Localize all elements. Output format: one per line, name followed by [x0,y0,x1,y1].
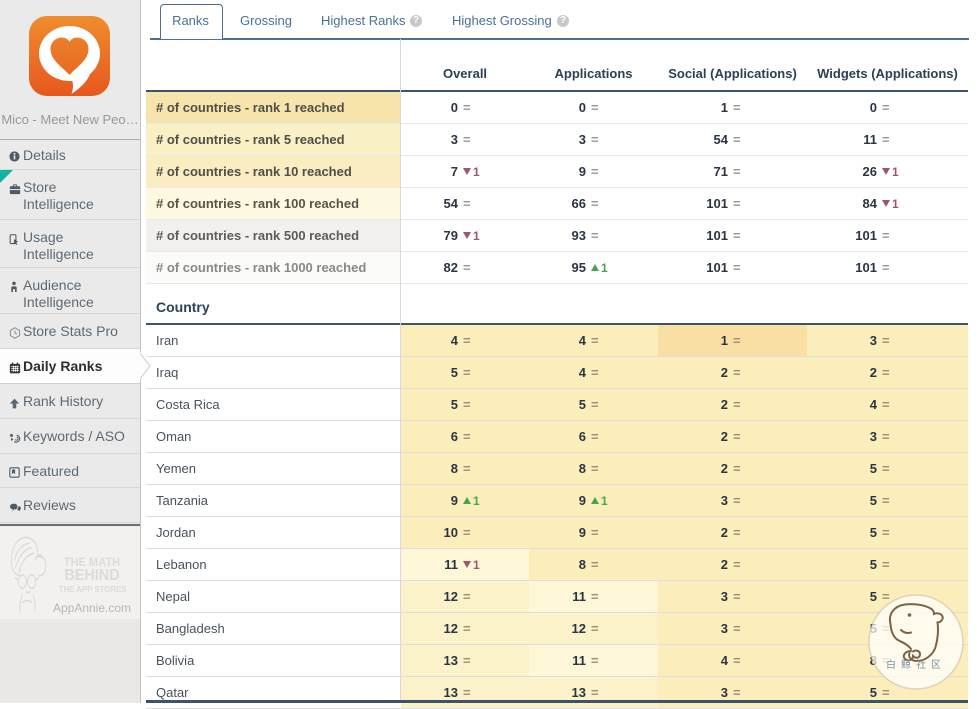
svg-text:白鲸社区: 白鲸社区 [886,658,946,671]
